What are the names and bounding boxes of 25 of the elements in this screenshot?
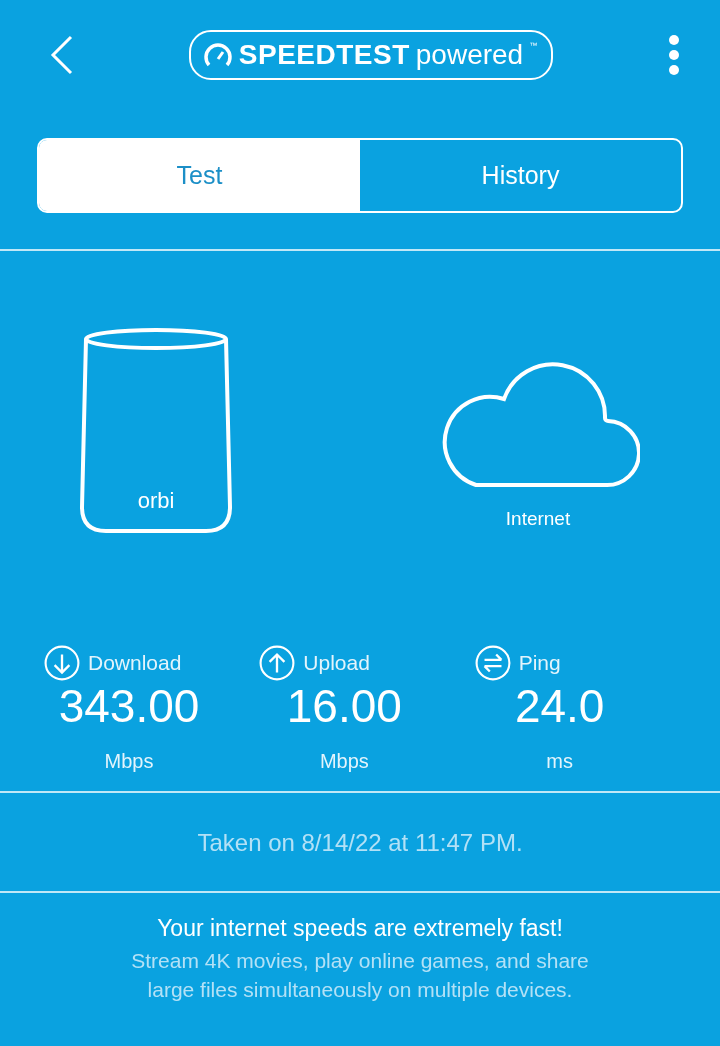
metric-label: Ping xyxy=(518,650,561,677)
trademark-mark: ™ xyxy=(529,40,538,52)
timestamp-text: Taken on 8/14/22 at 11:47 PM. xyxy=(197,829,523,856)
metric-label: Upload xyxy=(303,650,370,677)
message-title: Your internet speeds are extremely fast! xyxy=(156,914,564,943)
metric-value: 343.00 xyxy=(57,681,201,732)
upload-icon xyxy=(259,645,296,681)
message-text: Stream 4K movies, play online games, and share large files simultaneously on multiple devices. xyxy=(130,947,590,1003)
gauge-icon xyxy=(202,41,233,69)
metric-unit: ms xyxy=(545,748,574,774)
metric-unit: Mbps xyxy=(103,748,155,774)
ping-icon xyxy=(474,645,511,681)
router-label: orbi xyxy=(137,487,175,515)
logo-text: powered xyxy=(415,38,524,72)
download-icon xyxy=(44,645,80,681)
tab[interactable]: Test xyxy=(39,140,360,211)
logo-text: SPEEDTEST xyxy=(238,38,410,72)
more-icon[interactable] xyxy=(668,35,680,75)
metric-label: Download xyxy=(88,650,182,677)
back-icon[interactable] xyxy=(50,35,74,75)
metric-value: 24.0 xyxy=(513,681,606,732)
internet-label: Internet xyxy=(505,506,571,531)
metric-value: 16.00 xyxy=(285,681,403,732)
metric-unit: Mbps xyxy=(318,748,370,774)
tab[interactable]: History xyxy=(360,140,681,211)
